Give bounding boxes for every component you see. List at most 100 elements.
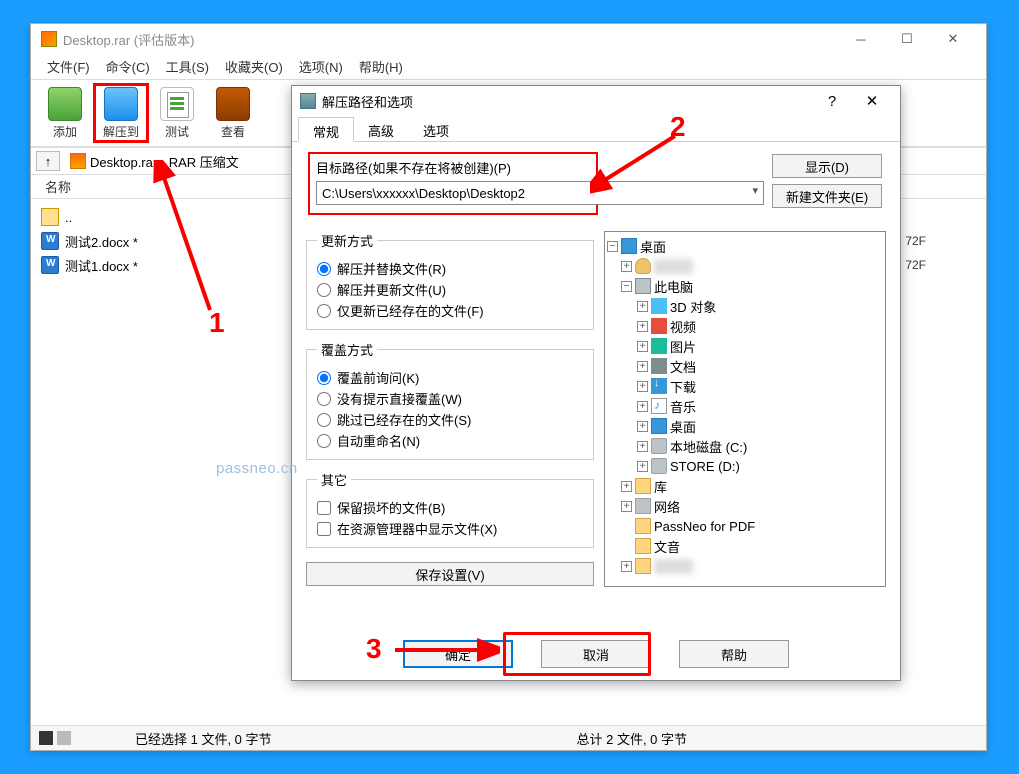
dialog-tabs: 常规 高级 选项 <box>292 116 900 142</box>
toolbar-add-label: 添加 <box>53 123 77 140</box>
video-icon <box>651 318 667 334</box>
file-name: 测试1.docx * <box>65 256 138 275</box>
tree-item[interactable]: +视频 <box>607 316 883 336</box>
save-settings-button[interactable]: 保存设置(V) <box>306 562 594 586</box>
dialog-side-buttons: 显示(D) 新建文件夹(E) <box>772 154 882 208</box>
menu-tools[interactable]: 工具(S) <box>158 54 217 79</box>
titlebar: Desktop.rar (评估版本) ─ ☐ ✕ <box>31 24 986 54</box>
overwrite-silent-radio[interactable]: 没有提示直接覆盖(W) <box>317 388 583 409</box>
statusbar-icons <box>39 731 83 745</box>
maximize-button[interactable]: ☐ <box>884 25 930 53</box>
tree-item[interactable]: +STORE (D:) <box>607 456 883 476</box>
annotation-1: 1 <box>209 307 225 339</box>
toolbar-view-label: 查看 <box>221 123 245 140</box>
overwrite-ask-radio[interactable]: 覆盖前询问(K) <box>317 367 583 388</box>
desktop-icon <box>651 418 667 434</box>
watermark: passneo.cn <box>216 460 298 477</box>
tab-general[interactable]: 常规 <box>298 117 354 142</box>
drive-icon <box>651 438 667 454</box>
menu-command[interactable]: 命令(C) <box>98 54 158 79</box>
folder-up-icon <box>41 208 59 226</box>
tree-thispc[interactable]: −此电脑 <box>607 276 883 296</box>
tree-item[interactable]: +下载 <box>607 376 883 396</box>
tree-item[interactable]: +xxxxxx <box>607 556 883 576</box>
overwrite-rename-radio[interactable]: 自动重命名(N) <box>317 430 583 451</box>
network-icon <box>635 498 651 514</box>
dialog-close-button[interactable]: ✕ <box>852 88 892 114</box>
tree-libraries[interactable]: +库 <box>607 476 883 496</box>
keep-broken-checkbox[interactable]: 保留损坏的文件(B) <box>317 497 583 518</box>
overwrite-mode-group: 覆盖方式 覆盖前询问(K) 没有提示直接覆盖(W) 跳过已经存在的文件(S) 自… <box>306 340 594 460</box>
statusbar: 已经选择 1 文件, 0 字节 总计 2 文件, 0 字节 <box>31 725 986 750</box>
downloads-icon <box>651 378 667 394</box>
dialog-title: 解压路径和选项 <box>322 92 812 111</box>
toolbar-extract-label: 解压到 <box>103 123 139 140</box>
update-refresh-radio[interactable]: 解压并更新文件(U) <box>317 279 583 300</box>
ok-button[interactable]: 确定 <box>403 640 513 668</box>
file-name: 测试2.docx * <box>65 232 138 251</box>
new-folder-button[interactable]: 新建文件夹(E) <box>772 184 882 208</box>
minimize-button[interactable]: ─ <box>838 25 884 53</box>
tree-user[interactable]: +xxxxxx <box>607 256 883 276</box>
music-icon <box>651 398 667 414</box>
docx-icon <box>41 232 59 250</box>
test-icon <box>160 87 194 121</box>
folder-icon <box>635 538 651 554</box>
toolbar-view-button[interactable]: 查看 <box>205 83 261 143</box>
tree-item[interactable]: +文档 <box>607 356 883 376</box>
tree-item[interactable]: PassNeo for PDF <box>607 516 883 536</box>
dialog-icon <box>300 93 316 109</box>
docx-icon <box>41 256 59 274</box>
folder-icon <box>635 518 651 534</box>
close-button[interactable]: ✕ <box>930 25 976 53</box>
tree-item[interactable]: +本地磁盘 (C:) <box>607 436 883 456</box>
tree-item[interactable]: +3D 对象 <box>607 296 883 316</box>
add-icon <box>48 87 82 121</box>
dialog-titlebar: 解压路径和选项 ? ✕ <box>292 86 900 116</box>
tree-desktop[interactable]: −桌面 <box>607 236 883 256</box>
path-up-button[interactable]: ↑ <box>36 151 60 171</box>
column-name[interactable]: 名称 <box>45 177 71 196</box>
3d-icon <box>651 298 667 314</box>
toolbar-add-button[interactable]: 添加 <box>37 83 93 143</box>
desktop-icon <box>621 238 637 254</box>
extract-dialog: 解压路径和选项 ? ✕ 常规 高级 选项 显示(D) 新建文件夹(E) 目标路径… <box>291 85 901 681</box>
tree-item[interactable]: 文音 <box>607 536 883 556</box>
tree-item[interactable]: +图片 <box>607 336 883 356</box>
overwrite-skip-radio[interactable]: 跳过已经存在的文件(S) <box>317 409 583 430</box>
show-button[interactable]: 显示(D) <box>772 154 882 178</box>
menu-favorites[interactable]: 收藏夹(O) <box>217 54 291 79</box>
user-icon <box>635 258 651 274</box>
annotation-3: 3 <box>366 633 382 665</box>
dialog-help-button[interactable]: ? <box>812 88 852 114</box>
menu-file[interactable]: 文件(F) <box>39 54 98 79</box>
help-button[interactable]: 帮助 <box>679 640 789 668</box>
destination-path-input[interactable] <box>316 181 764 205</box>
update-legend: 更新方式 <box>317 231 377 250</box>
view-icon <box>216 87 250 121</box>
tree-item[interactable]: +音乐 <box>607 396 883 416</box>
menu-help[interactable]: 帮助(H) <box>351 54 411 79</box>
archive-icon <box>70 153 86 169</box>
drive-icon <box>651 458 667 474</box>
tree-network[interactable]: +网络 <box>607 496 883 516</box>
archive-path-label: Desktop.rar - RAR 压缩文 <box>90 152 239 171</box>
file-name: .. <box>65 210 72 225</box>
pictures-icon <box>651 338 667 354</box>
path-label: 目标路径(如果不存在将被创建)(P) <box>316 158 590 177</box>
annotation-highlight-ok <box>503 632 651 676</box>
tab-advanced[interactable]: 高级 <box>353 116 409 141</box>
window-title: Desktop.rar (评估版本) <box>63 30 838 49</box>
update-replace-radio[interactable]: 解压并替换文件(R) <box>317 258 583 279</box>
folder-tree[interactable]: −桌面 +xxxxxx −此电脑 +3D 对象 +视频 +图片 +文档 +下载 … <box>604 231 886 587</box>
update-existing-radio[interactable]: 仅更新已经存在的文件(F) <box>317 300 583 321</box>
show-in-explorer-checkbox[interactable]: 在资源管理器中显示文件(X) <box>317 518 583 539</box>
tree-item[interactable]: +桌面 <box>607 416 883 436</box>
toolbar-test-button[interactable]: 测试 <box>149 83 205 143</box>
toolbar-extract-button[interactable]: 解压到 <box>93 83 149 143</box>
library-icon <box>635 478 651 494</box>
toolbar-test-label: 测试 <box>165 123 189 140</box>
menu-options[interactable]: 选项(N) <box>291 54 351 79</box>
tab-options[interactable]: 选项 <box>408 116 464 141</box>
documents-icon <box>651 358 667 374</box>
